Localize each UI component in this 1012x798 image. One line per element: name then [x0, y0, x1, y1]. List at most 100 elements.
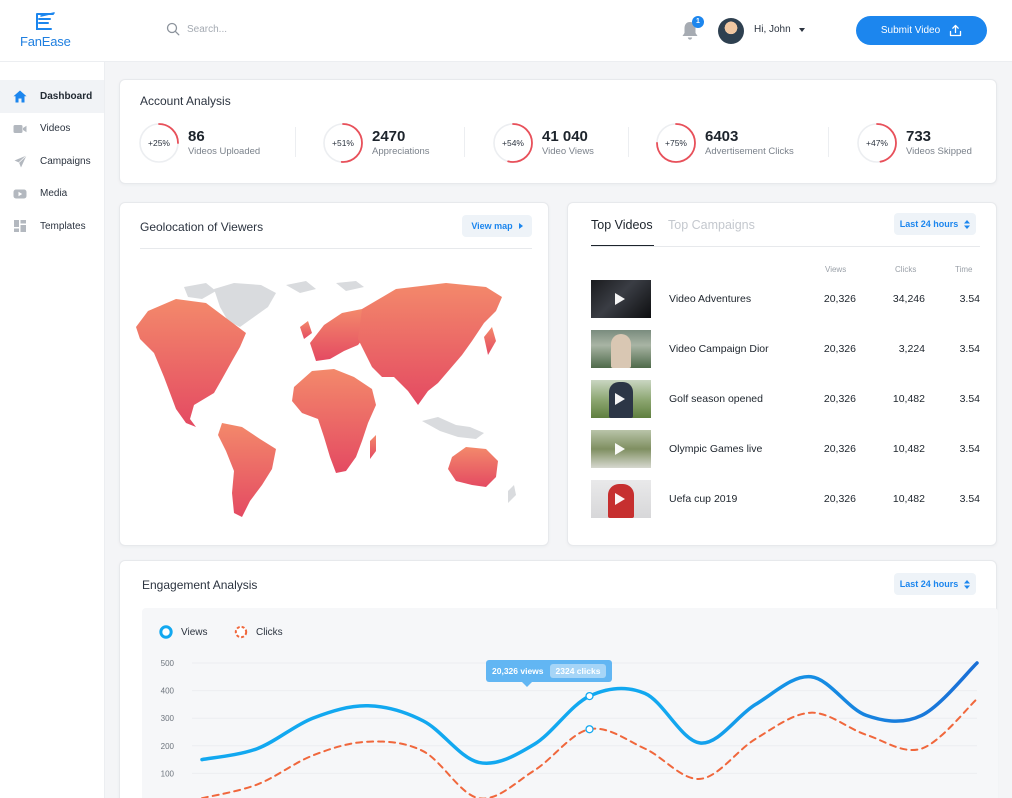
video-thumbnail[interactable]: [591, 280, 651, 318]
view-map-label: View map: [471, 221, 513, 231]
stat-appreciations: +51% 2470 Appreciations: [322, 122, 430, 164]
video-name: Golf season opened: [669, 393, 763, 405]
app-logo[interactable]: FanEase: [20, 12, 72, 50]
video-thumbnail[interactable]: [591, 380, 651, 418]
table-row[interactable]: Video Adventures 20,326 34,246 3.54: [591, 280, 980, 318]
progress-ring: +54%: [492, 122, 534, 164]
y-tick-label: 400: [161, 687, 175, 696]
stat-label: Advertisement Clicks: [705, 146, 794, 157]
tab-top-videos[interactable]: Top Videos: [591, 218, 653, 232]
time-range-label: Last 24 hours: [899, 219, 959, 229]
video-views: 20,326: [823, 393, 856, 405]
submit-video-button[interactable]: Submit Video: [856, 16, 987, 45]
sidebar-item-media[interactable]: Media: [0, 178, 104, 211]
sidebar: Dashboard Videos Campaigns Media Templat…: [0, 62, 105, 798]
video-time: 3.54: [959, 343, 980, 355]
sidebar-item-dashboard[interactable]: Dashboard: [0, 80, 104, 113]
upload-icon: [949, 24, 962, 37]
video-views: 20,326: [823, 443, 856, 455]
video-name: Video Adventures: [669, 293, 752, 305]
card-title: Account Analysis: [140, 94, 231, 108]
logo-text: FanEase: [20, 34, 71, 49]
tooltip-views: 20,326 views: [492, 666, 544, 676]
divider: [140, 248, 532, 249]
y-tick-label: 300: [161, 714, 175, 723]
notification-badge: 1: [692, 16, 704, 28]
video-views: 20,326: [823, 343, 856, 355]
world-map: [136, 281, 516, 517]
sidebar-item-label: Videos: [40, 123, 71, 135]
sidebar-item-label: Campaigns: [40, 155, 91, 167]
video-thumbnail[interactable]: [591, 430, 651, 468]
video-clicks: 10,482: [892, 493, 925, 505]
sidebar-item-videos[interactable]: Videos: [0, 113, 104, 146]
grid-icon: [13, 219, 27, 233]
asia-shape: [358, 283, 502, 405]
time-range-select[interactable]: Last 24 hours: [894, 213, 976, 235]
stat-value: 6403: [705, 128, 739, 145]
video-time: 3.54: [959, 393, 980, 405]
y-tick-label: 500: [161, 659, 175, 668]
account-analysis-card: Account Analysis +25% 86 Videos Uploaded…: [119, 79, 997, 184]
stat-percent: +51%: [332, 138, 354, 148]
south-america-shape: [218, 423, 276, 517]
tooltip-arrow: [522, 682, 532, 687]
video-time: 3.54: [959, 293, 980, 305]
table-row[interactable]: Olympic Games live 20,326 10,482 3.54: [591, 430, 980, 468]
column-header-views: Views: [825, 265, 847, 274]
notifications-button[interactable]: 1: [680, 16, 704, 42]
madagascar-shape: [370, 435, 376, 459]
video-camera-icon: [13, 122, 27, 136]
view-map-button[interactable]: View map: [462, 215, 532, 237]
video-clicks: 10,482: [892, 443, 925, 455]
play-icon: [615, 493, 625, 505]
clicks-highlight-point: [585, 725, 594, 734]
engagement-analysis-card: Engagement Analysis Last 24 hours Views …: [119, 560, 998, 798]
stat-percent: +25%: [148, 138, 170, 148]
stat-label: Videos Skipped: [906, 146, 972, 157]
user-menu[interactable]: Hi, John: [754, 24, 805, 35]
africa-shape: [292, 369, 376, 473]
logo-icon: [36, 12, 55, 30]
divider: [828, 127, 829, 157]
stat-percent: +75%: [665, 138, 687, 148]
search-box: [166, 22, 337, 36]
video-thumbnail[interactable]: [591, 330, 651, 368]
new-zealand-shape: [508, 485, 516, 503]
video-time: 3.54: [959, 443, 980, 455]
indonesia-shape: [422, 417, 484, 439]
stat-percent: +54%: [502, 138, 524, 148]
video-thumbnail[interactable]: [591, 480, 651, 518]
chevron-down-icon: [798, 27, 805, 32]
stat-value: 86: [188, 128, 205, 145]
uk-shape: [300, 321, 312, 339]
video-name: Olympic Games live: [669, 443, 763, 455]
search-input[interactable]: [187, 23, 337, 35]
person-shape: [611, 334, 631, 368]
megaphone-icon: [13, 154, 27, 168]
tab-top-campaigns[interactable]: Top Campaigns: [668, 218, 755, 232]
sidebar-item-templates[interactable]: Templates: [0, 210, 104, 243]
divider: [464, 127, 465, 157]
table-row[interactable]: Golf season opened 20,326 10,482 3.54: [591, 380, 980, 418]
play-icon: [615, 293, 625, 305]
column-header-clicks: Clicks: [895, 265, 917, 274]
divider: [591, 246, 980, 247]
stat-label: Videos Uploaded: [188, 146, 261, 157]
sidebar-item-campaigns[interactable]: Campaigns: [0, 145, 104, 178]
video-views: 20,326: [823, 293, 856, 305]
video-clicks: 3,224: [898, 343, 925, 355]
progress-ring: +47%: [856, 122, 898, 164]
progress-ring: +25%: [138, 122, 180, 164]
video-clicks: 10,482: [892, 393, 925, 405]
avatar[interactable]: [718, 18, 744, 44]
chart-tooltip: 20,326 views 2324 clicks: [486, 660, 613, 682]
play-icon: [13, 187, 27, 201]
table-row[interactable]: Uefa cup 2019 20,326 10,482 3.54: [591, 480, 980, 518]
stat-value: 41 040: [542, 128, 588, 145]
stat-videos-uploaded: +25% 86 Videos Uploaded: [138, 122, 260, 164]
video-views: 20,326: [823, 493, 856, 505]
submit-video-label: Submit Video: [880, 25, 941, 36]
table-row[interactable]: Video Campaign Dior 20,326 3,224 3.54: [591, 330, 980, 368]
tooltip-clicks: 2324 clicks: [549, 664, 607, 678]
